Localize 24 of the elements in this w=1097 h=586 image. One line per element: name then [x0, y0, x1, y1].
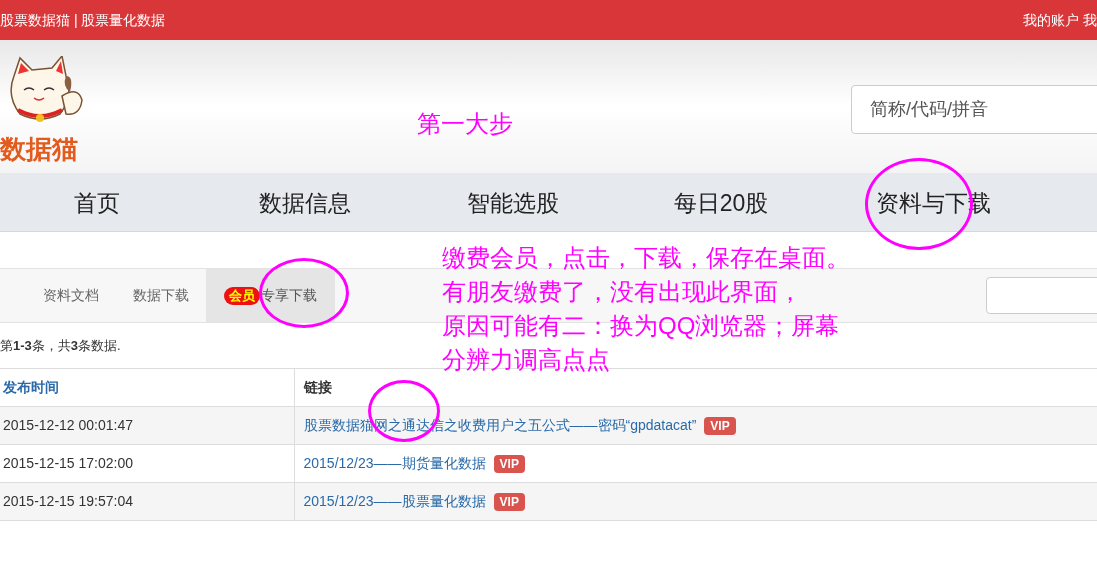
- result-summary: 第1-3条，共3条数据.: [0, 336, 121, 355]
- vip-badge: VIP: [493, 493, 525, 511]
- vip-badge: VIP: [493, 455, 525, 473]
- table-cell: 2015-12-15 17:02:00: [0, 444, 294, 483]
- column-header[interactable]: 发布时间: [0, 368, 294, 407]
- download-link[interactable]: 2015/12/23——股票量化数据: [303, 493, 486, 509]
- table-cell: 2015-12-15 19:57:04: [0, 482, 294, 521]
- sub-tab[interactable]: 会员 专享下载: [206, 269, 335, 322]
- nav-link[interactable]: 智能选股: [467, 186, 559, 221]
- annotation-text: 第一大步: [417, 109, 513, 139]
- member-badge: 会员: [224, 286, 260, 305]
- sub-tab[interactable]: 资料文档: [26, 269, 116, 322]
- search-field[interactable]: 简称/代码/拼音: [851, 85, 1097, 134]
- table-cell: 2015-12-12 00:01:47: [0, 406, 294, 445]
- filter-field[interactable]: [986, 277, 1097, 314]
- nav-link[interactable]: 每日20股: [673, 186, 769, 221]
- nav-link[interactable]: 数据信息: [259, 186, 351, 221]
- vip-badge: VIP: [704, 417, 736, 435]
- site-title[interactable]: 股票数据猫 | 股票量化数据: [0, 9, 166, 31]
- account-link[interactable]: 我的账户 我: [1023, 9, 1097, 31]
- nav-link[interactable]: 首页: [74, 186, 120, 221]
- logo-text: 数据猫: [0, 133, 78, 166]
- download-link[interactable]: 2015/12/23——期货量化数据: [303, 455, 486, 471]
- sub-tab[interactable]: 数据下载: [116, 269, 206, 322]
